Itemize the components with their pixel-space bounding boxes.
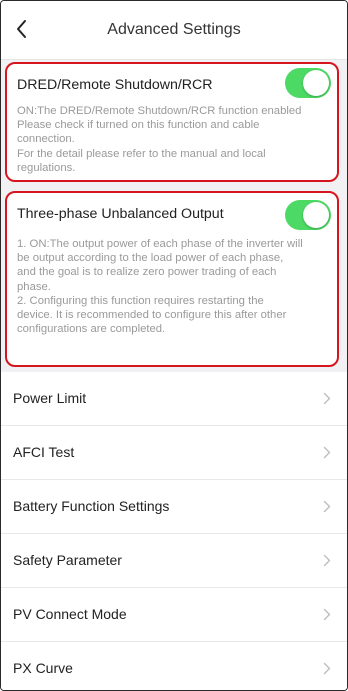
description-line: ON:The DRED/Remote Shutdown/RCR function… [17,105,302,117]
description-line: 1. ON:The output power of each phase of … [17,238,303,250]
three-phase-toggle[interactable] [285,200,331,230]
menu-item-pv-connect-mode[interactable]: PV Connect Mode [1,588,347,642]
chevron-right-icon [323,662,331,675]
dred-toggle[interactable] [285,68,331,98]
menu-item-label: Safety Parameter [13,552,122,568]
description-line: connection. [17,133,75,146]
description-line: regulations. [17,161,76,174]
chevron-right-icon [323,392,331,405]
dred-setting-description: ON:The DRED/Remote Shutdown/RCR function… [17,104,329,175]
menu-item-battery-function-settings[interactable]: Battery Function Settings [1,480,347,534]
chevron-right-icon [323,554,331,567]
dred-setting-title: DRED/Remote Shutdown/RCR [17,77,213,93]
menu-item-afci-test[interactable]: AFCI Test [1,426,347,480]
menu-item-px-curve[interactable]: PX Curve [1,642,347,690]
description-line: configurations are completed. [17,323,166,336]
settings-menu-list: Power Limit AFCI Test Battery Function S… [1,372,347,690]
dred-setting-card: DRED/Remote Shutdown/RCR ON:The DRED/Rem… [5,62,339,182]
menu-item-label: Power Limit [13,390,87,406]
screen: Advanced Settings DRED/Remote Shutdown/R… [0,0,348,691]
description-line: phase. [17,280,51,293]
three-phase-setting-description: 1. ON:The output power of each phase of … [17,237,329,336]
page-title: Advanced Settings [107,21,241,38]
menu-item-label: AFCI Test [13,444,75,460]
menu-item-power-limit[interactable]: Power Limit [1,372,347,426]
toggle-knob [303,70,329,96]
menu-item-label: PV Connect Mode [13,606,127,622]
description-line: For the detail please refer to the manua… [17,147,266,160]
menu-item-label: Battery Function Settings [13,498,170,514]
menu-item-label: PX Curve [13,660,73,676]
top-bar: Advanced Settings [1,1,347,60]
description-line: and the goal is to realize zero power tr… [17,266,277,279]
description-line: be output according to the load power of… [17,252,284,265]
chevron-right-icon [323,608,331,621]
chevron-right-icon [323,446,331,459]
description-line: device. It is recommended to configure t… [17,309,287,322]
three-phase-setting-card: Three-phase Unbalanced Output 1. ON:The … [5,191,339,367]
chevron-right-icon [323,500,331,513]
toggle-knob [303,202,329,228]
menu-item-safety-parameter[interactable]: Safety Parameter [1,534,347,588]
description-line: 2. Configuring this function requires re… [17,294,264,307]
description-line: Please check if turned on this function … [17,119,260,132]
three-phase-setting-title: Three-phase Unbalanced Output [17,206,224,222]
